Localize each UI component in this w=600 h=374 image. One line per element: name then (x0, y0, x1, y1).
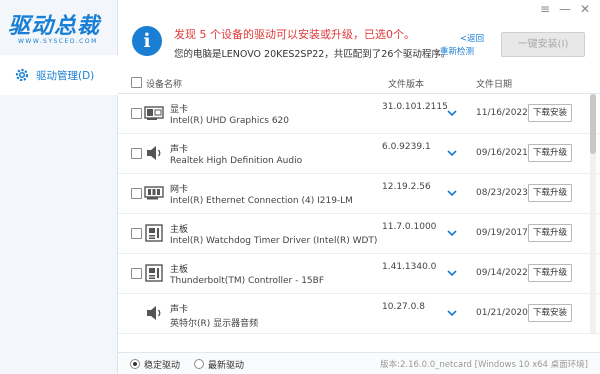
latest-driver-label: 最新驱动 (208, 361, 245, 371)
table-row[interactable]: 声卡 Realtek High Definition Audio 6.0.923… (118, 134, 600, 174)
row-checkbox[interactable] (131, 188, 142, 199)
table-row[interactable]: 声卡 英特尔(R) 显示器音频 10.27.0.8 01/21/2020 下载安… (118, 294, 600, 334)
window-controls: ≡ — ✕ (536, 0, 594, 18)
table-row[interactable]: 显卡 Intel(R) UHD Graphics 620 31.0.101.21… (118, 94, 600, 134)
driver-version: 31.0.101.2115 (382, 102, 448, 112)
chevron-down-icon[interactable] (446, 188, 458, 198)
driver-date: 11/16/2022 (476, 108, 528, 118)
device-name: Intel(R) UHD Graphics 620 (170, 116, 289, 126)
device-name: Realtek High Definition Audio (170, 156, 303, 166)
driver-version: 10.27.0.8 (382, 302, 425, 312)
minimize-icon[interactable]: — (556, 0, 574, 18)
row-checkbox[interactable] (131, 228, 142, 239)
column-device-name: 设备名称 (146, 80, 183, 90)
footer: 稳定驱动 最新驱动 版本:2.16.0.0_netcard [Windows 1… (118, 352, 600, 374)
device-category: 显卡 (170, 105, 189, 115)
device-category: 网卡 (170, 185, 189, 195)
gear-icon (15, 68, 29, 82)
download-upgrade-button[interactable]: 下载升级 (528, 224, 572, 242)
network-card-icon (144, 186, 164, 200)
driver-version: 6.0.9239.1 (382, 142, 431, 152)
motherboard-icon (145, 224, 163, 242)
device-category: 声卡 (170, 305, 189, 315)
chevron-down-icon[interactable] (446, 108, 458, 118)
sidebar: 驱动总裁 WWW.SYSCEO.COM 驱动管理(D) (0, 0, 118, 374)
back-link[interactable]: <返回 (460, 32, 484, 44)
graphics-card-icon (144, 106, 164, 120)
stable-driver-label: 稳定驱动 (144, 361, 181, 371)
device-name: Thunderbolt(TM) Controller - 15BF (170, 276, 324, 286)
scrollbar[interactable] (590, 94, 596, 334)
sidebar-item-label: 驱动管理(D) (36, 69, 95, 82)
chevron-down-icon[interactable] (446, 308, 458, 318)
download-upgrade-button[interactable]: 下载升级 (528, 144, 572, 162)
chevron-down-icon[interactable] (446, 268, 458, 278)
device-category: 主板 (170, 265, 189, 275)
device-category: 主板 (170, 225, 189, 235)
computer-model-info: 您的电脑是LENOVO 20KES2SP22，共匹配到了26个驱动程序。 (174, 49, 451, 60)
speaker-icon (147, 306, 161, 320)
header: i 发现 5 个设备的驱动可以安装或升级，已选0个。 您的电脑是LENOVO 2… (118, 0, 600, 68)
download-install-button[interactable]: 下载安装 (528, 104, 572, 122)
driver-date: 08/23/2023 (476, 188, 528, 198)
sidebar-item-driver-management[interactable]: 驱动管理(D) (0, 55, 118, 95)
row-checkbox[interactable] (131, 268, 142, 279)
driver-date: 09/19/2017 (476, 228, 528, 238)
app-logo: 驱动总裁 WWW.SYSCEO.COM (8, 14, 101, 45)
scan-result-notice: 发现 5 个设备的驱动可以安装或升级，已选0个。 (174, 28, 415, 41)
column-file-date: 文件日期 (476, 80, 513, 90)
chevron-down-icon[interactable] (446, 148, 458, 158)
row-checkbox[interactable] (131, 108, 142, 119)
download-upgrade-button[interactable]: 下载升级 (528, 264, 572, 282)
driver-version: 11.7.0.1000 (382, 222, 437, 232)
latest-driver-radio[interactable] (194, 359, 204, 369)
chevron-down-icon[interactable] (446, 228, 458, 238)
driver-list: 显卡 Intel(R) UHD Graphics 620 31.0.101.21… (118, 94, 600, 334)
install-all-button[interactable]: 一键安装(I) (501, 32, 585, 57)
device-name: 英特尔(R) 显示器音频 (170, 319, 259, 329)
download-upgrade-button[interactable]: 下载升级 (528, 184, 572, 202)
table-header: 设备名称 文件版本 文件日期 (118, 72, 600, 94)
device-name: Intel(R) Ethernet Connection (4) I219-LM (170, 196, 353, 206)
select-all-checkbox[interactable] (131, 77, 142, 88)
download-install-button[interactable]: 下载安装 (528, 304, 572, 322)
table-row[interactable]: 网卡 Intel(R) Ethernet Connection (4) I219… (118, 174, 600, 214)
driver-date: 09/14/2022 (476, 268, 528, 278)
version-info: 版本:2.16.0.0_netcard [Windows 10 x64 桌面环境… (380, 360, 588, 370)
column-file-version: 文件版本 (388, 80, 425, 90)
device-category: 声卡 (170, 145, 189, 155)
table-row[interactable]: 主板 Thunderbolt(TM) Controller - 15BF 1.4… (118, 254, 600, 294)
driver-version: 1.41.1340.0 (382, 262, 437, 272)
row-checkbox[interactable] (131, 148, 142, 159)
stable-driver-radio[interactable] (130, 359, 140, 369)
speaker-icon (147, 146, 161, 160)
menu-icon[interactable]: ≡ (536, 0, 554, 18)
info-icon: i (132, 26, 162, 56)
recheck-link[interactable]: 重新检测 (440, 45, 474, 57)
close-icon[interactable]: ✕ (576, 0, 594, 18)
driver-date: 09/16/2021 (476, 148, 528, 158)
driver-date: 01/21/2020 (476, 308, 528, 318)
scrollbar-thumb[interactable] (590, 94, 596, 154)
device-name: Intel(R) Watchdog Timer Driver (Intel(R)… (170, 236, 378, 246)
motherboard-icon (145, 264, 163, 282)
table-row[interactable]: 主板 Intel(R) Watchdog Timer Driver (Intel… (118, 214, 600, 254)
driver-version: 12.19.2.56 (382, 182, 431, 192)
